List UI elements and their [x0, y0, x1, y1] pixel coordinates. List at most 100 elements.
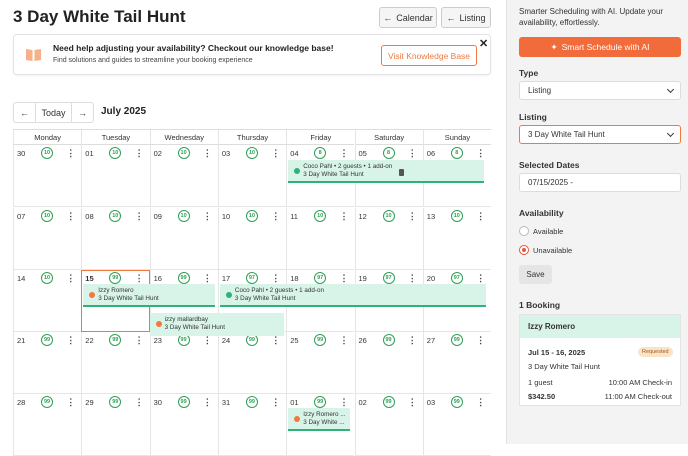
- more-options-icon[interactable]: ⋮: [203, 272, 212, 284]
- day-number: 20: [426, 274, 436, 283]
- day-cell[interactable]: 02 10 ⋮: [149, 145, 218, 207]
- more-options-icon[interactable]: ⋮: [66, 334, 75, 346]
- prev-month-button[interactable]: ←: [13, 102, 36, 123]
- more-options-icon[interactable]: ⋮: [271, 147, 280, 159]
- availability-count-badge: 10: [41, 210, 53, 222]
- sidebar-intro: Smarter Scheduling with AI. Update your …: [519, 7, 664, 27]
- more-options-icon[interactable]: ⋮: [339, 272, 348, 284]
- more-options-icon[interactable]: ⋮: [135, 396, 144, 408]
- day-number: 08: [85, 212, 94, 221]
- availability-count-badge: 99: [314, 396, 327, 408]
- more-options-icon[interactable]: ⋮: [66, 147, 75, 159]
- calendar-button[interactable]: ← Calendar: [379, 7, 437, 28]
- more-options-icon[interactable]: ⋮: [339, 396, 348, 408]
- day-number: 01: [290, 398, 299, 407]
- day-cell[interactable]: 10 10 ⋮: [217, 208, 287, 270]
- next-month-button[interactable]: →: [71, 102, 94, 123]
- day-cell[interactable]: 08 10 ⋮: [81, 208, 150, 270]
- day-cell[interactable]: 11 10 ⋮: [286, 208, 355, 270]
- more-options-icon[interactable]: ⋮: [476, 396, 485, 408]
- day-cell[interactable]: 07 10 ⋮: [13, 208, 82, 270]
- day-cell[interactable]: 31 99 ⋮: [217, 394, 287, 456]
- availability-count-badge: 99: [450, 334, 463, 346]
- event-guest: Izzy Romero ...: [303, 411, 346, 418]
- more-options-icon[interactable]: ⋮: [271, 210, 280, 222]
- availability-count-badge: 99: [314, 334, 327, 346]
- more-options-icon[interactable]: ⋮: [408, 210, 417, 222]
- more-options-icon[interactable]: ⋮: [271, 396, 280, 408]
- booking-listing: 3 Day White Tail Hunt: [528, 362, 600, 371]
- event-listing: 3 Day White ...: [303, 419, 345, 426]
- unavailable-radio[interactable]: [519, 245, 529, 255]
- day-cell[interactable]: 23 99 ⋮: [149, 332, 218, 394]
- day-cell[interactable]: 14 10 ⋮: [13, 270, 82, 332]
- event-guest: Coco Pahl • 2 guests • 1 add-on: [234, 287, 325, 294]
- more-options-icon[interactable]: ⋮: [339, 147, 348, 159]
- more-options-icon[interactable]: ⋮: [135, 210, 144, 222]
- more-options-icon[interactable]: ⋮: [408, 147, 417, 159]
- day-cell[interactable]: 27 99 ⋮: [422, 332, 492, 394]
- more-options-icon[interactable]: ⋮: [66, 272, 75, 284]
- day-cell[interactable]: 26 99 ⋮: [354, 332, 423, 394]
- booking-event[interactable]: Coco Pahl • 2 guests • 1 add-on 3 Day Whi…: [219, 284, 486, 307]
- day-cell[interactable]: 29 99 ⋮: [81, 394, 150, 456]
- more-options-icon[interactable]: ⋮: [66, 396, 75, 408]
- arrow-left-icon: ←: [383, 12, 393, 23]
- day-cell[interactable]: 13 10 ⋮: [422, 208, 492, 270]
- more-options-icon[interactable]: ⋮: [271, 272, 280, 284]
- booking-event[interactable]: Izzy Romero ... 3 Day White ...: [288, 408, 351, 431]
- smart-schedule-button[interactable]: ✦ Smart Schedule with AI: [519, 37, 681, 57]
- day-cell[interactable]: 30 99 ⋮: [149, 394, 218, 456]
- listing-value: 3 Day White Tail Hunt: [528, 130, 605, 139]
- more-options-icon[interactable]: ⋮: [408, 334, 417, 346]
- day-cell[interactable]: 09 10 ⋮: [149, 208, 218, 270]
- booking-event[interactable]: Coco Pahl • 2 guests • 1 add-on 3 Day Whi…: [288, 160, 485, 183]
- more-options-icon[interactable]: ⋮: [203, 396, 212, 408]
- more-options-icon[interactable]: ⋮: [476, 272, 485, 284]
- page-title: 3 Day White Tail Hunt: [13, 7, 186, 26]
- day-cell[interactable]: 28 99 ⋮: [13, 394, 82, 456]
- booking-event[interactable]: izzy mallardbay 3 Day White Tail Hunt: [149, 313, 284, 336]
- more-options-icon[interactable]: ⋮: [135, 334, 144, 346]
- day-cell[interactable]: 02 99 ⋮: [354, 394, 423, 456]
- more-options-icon[interactable]: ⋮: [203, 210, 212, 222]
- save-button[interactable]: Save: [519, 265, 552, 284]
- more-options-icon[interactable]: ⋮: [135, 147, 144, 159]
- close-icon[interactable]: ✕: [479, 37, 488, 50]
- availability-count-badge: 8: [450, 147, 463, 159]
- day-cell[interactable]: 21 99 ⋮: [13, 332, 82, 394]
- more-options-icon[interactable]: ⋮: [476, 334, 485, 346]
- more-options-icon[interactable]: ⋮: [339, 210, 348, 222]
- visit-knowledge-base-button[interactable]: Visit Knowledge Base: [381, 45, 477, 66]
- listing-select[interactable]: 3 Day White Tail Hunt: [519, 125, 681, 144]
- day-cell[interactable]: 01 10 ⋮: [81, 145, 150, 207]
- availability-count-badge: 99: [177, 396, 190, 408]
- more-options-icon[interactable]: ⋮: [476, 210, 485, 222]
- more-options-icon[interactable]: ⋮: [408, 396, 417, 408]
- more-options-icon[interactable]: ⋮: [339, 334, 348, 346]
- more-options-icon[interactable]: ⋮: [476, 147, 485, 159]
- more-options-icon[interactable]: ⋮: [203, 147, 212, 159]
- day-cell[interactable]: 03 10 ⋮: [217, 145, 287, 207]
- listing-button[interactable]: ← Listing: [441, 7, 491, 28]
- today-button[interactable]: Today: [36, 102, 71, 123]
- booking-event[interactable]: Izzy Romero 3 Day White Tail Hunt: [83, 284, 216, 307]
- day-cell[interactable]: 25 99 ⋮: [286, 332, 355, 394]
- sparkle-icon: ✦: [550, 41, 558, 52]
- day-cell[interactable]: 30 10 ⋮: [13, 145, 82, 207]
- more-options-icon[interactable]: ⋮: [408, 272, 417, 284]
- day-cell[interactable]: 24 99 ⋮: [217, 332, 287, 394]
- arrow-left-icon: ←: [20, 107, 29, 118]
- day-cell[interactable]: 03 99 ⋮: [422, 394, 492, 456]
- availability-count-badge: 10: [109, 210, 122, 222]
- more-options-icon[interactable]: ⋮: [66, 210, 75, 222]
- dates-input[interactable]: 07/15/2025 -: [519, 173, 681, 192]
- type-select[interactable]: Listing: [519, 81, 681, 100]
- booking-card[interactable]: Izzy Romero Jul 15 - 16, 2025 Requested …: [519, 314, 681, 406]
- available-radio[interactable]: [519, 226, 529, 236]
- day-number: 16: [153, 274, 162, 283]
- day-number: 14: [17, 274, 26, 283]
- day-cell[interactable]: 12 10 ⋮: [354, 208, 423, 270]
- availability-count-badge: 97: [382, 272, 395, 284]
- day-cell[interactable]: 22 99 ⋮: [81, 332, 150, 394]
